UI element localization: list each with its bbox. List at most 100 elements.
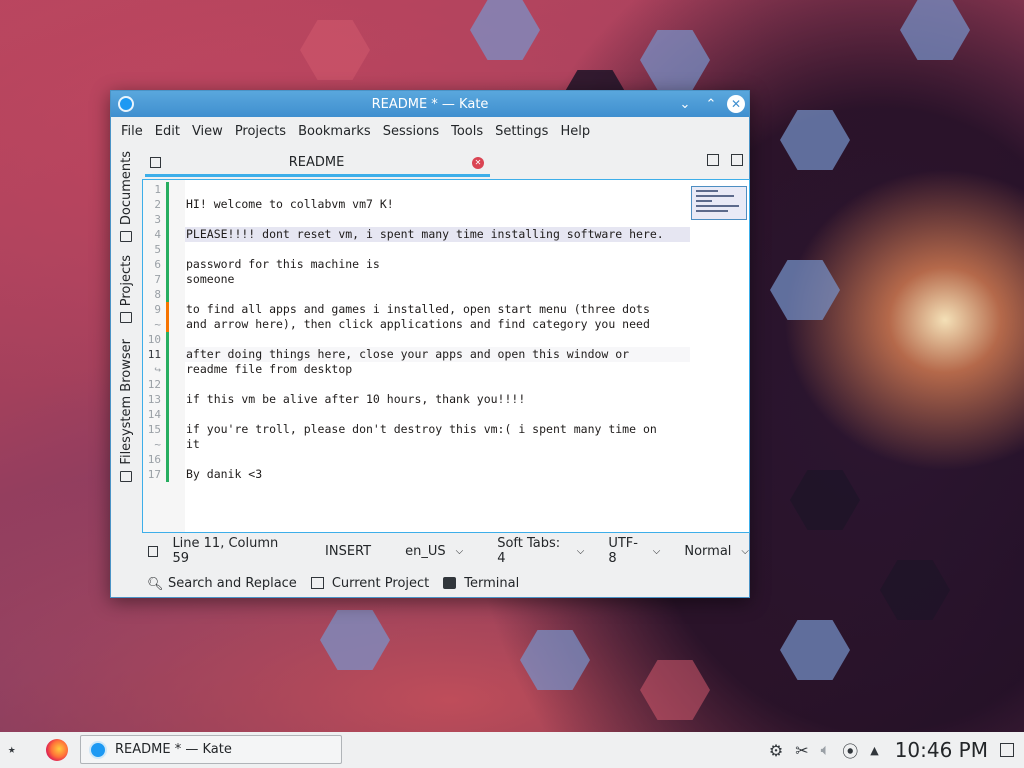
launcher-icon[interactable]: ⭑: [8, 742, 28, 758]
code-line[interactable]: it: [186, 437, 200, 451]
close-icon[interactable]: ✕: [727, 95, 745, 113]
toolview-terminal[interactable]: Terminal: [443, 576, 519, 591]
tab-readme[interactable]: README ✕: [145, 151, 490, 177]
line-number: 6: [154, 258, 161, 271]
toolview-search-replace[interactable]: 🔍︎ Search and Replace: [147, 576, 297, 593]
line-number: ~: [154, 438, 161, 451]
split-view-icon[interactable]: [731, 154, 743, 166]
system-tray: ⚙ ✂ 🔈︎ ⦿ ▲ 10:46 PM: [769, 732, 1014, 768]
line-number: 1: [154, 183, 161, 196]
wallpaper-hex: [640, 660, 710, 720]
line-number: 12: [147, 378, 161, 391]
line-number: ↪: [154, 363, 161, 376]
wallpaper-hex: [770, 260, 840, 320]
menu-file[interactable]: File: [115, 120, 149, 144]
search-icon: 🔍︎: [147, 577, 164, 592]
encoding-dropdown[interactable]: UTF-8 ⌵: [608, 536, 660, 566]
wallpaper-hex: [900, 0, 970, 60]
network-icon[interactable]: ⚙: [769, 741, 783, 760]
menu-bar: File Edit View Projects Bookmarks Sessio…: [111, 117, 749, 147]
line-number: 4: [154, 228, 161, 241]
new-file-icon[interactable]: [707, 154, 719, 166]
modified-line-marker: [166, 227, 169, 242]
wallpaper-hex: [640, 30, 710, 90]
updates-icon[interactable]: ⦿: [842, 738, 858, 762]
terminal-icon: [443, 577, 457, 589]
menu-help[interactable]: Help: [554, 120, 596, 144]
line-number: 13: [147, 393, 161, 406]
line-number: 9: [154, 303, 161, 316]
code-line[interactable]: if you're troll, please don't destroy th…: [186, 422, 657, 436]
project-icon: [310, 577, 324, 589]
modified-line-marker: [166, 392, 169, 407]
clipboard-icon[interactable]: ✂: [795, 741, 808, 760]
maximize-icon[interactable]: ⌃: [701, 94, 721, 114]
toolview-label: Terminal: [464, 575, 520, 591]
kate-window: README * — Kate ⌄ ⌃ ✕ File Edit View Pro…: [110, 90, 750, 598]
code-line[interactable]: PLEASE!!!! dont reset vm, i spent many t…: [186, 227, 664, 241]
code-line[interactable]: after doing things here, close your apps…: [186, 347, 629, 361]
modified-line-marker: [166, 182, 169, 197]
modified-line-marker: [166, 377, 169, 392]
menu-view[interactable]: View: [186, 120, 229, 144]
menu-bookmarks[interactable]: Bookmarks: [292, 120, 377, 144]
wallpaper-hex: [880, 560, 950, 620]
toolview-current-project[interactable]: Current Project: [310, 575, 430, 591]
save-icon: [150, 157, 161, 168]
task-kate[interactable]: README * — Kate: [80, 735, 342, 764]
line-number: 15: [147, 423, 161, 436]
modified-line-marker: [166, 257, 169, 272]
modified-line-marker: [166, 272, 169, 287]
kate-icon: [89, 740, 107, 759]
modified-line-marker: [166, 362, 169, 377]
toolview-label: Current Project: [331, 575, 430, 591]
volume-icon[interactable]: 🔈︎: [821, 740, 831, 760]
menu-sessions[interactable]: Sessions: [377, 120, 445, 144]
show-desktop-icon[interactable]: [1000, 743, 1014, 757]
sidebar-tab-documents[interactable]: Documents: [115, 151, 137, 243]
minimize-icon[interactable]: ⌄: [675, 94, 695, 114]
code-line[interactable]: and arrow here), then click applications…: [186, 317, 650, 331]
tab-label: README: [288, 155, 345, 170]
cursor-position[interactable]: Line 11, Column 59: [172, 536, 291, 566]
code-line[interactable]: password for this machine is: [186, 257, 380, 271]
folder-icon: [120, 470, 132, 482]
code-line[interactable]: HI! welcome to collabvm vm7 K!: [186, 197, 394, 211]
tray-arrow-icon[interactable]: ▲: [870, 744, 878, 757]
text-editor[interactable]: 1 2 3 4 5 6 7 8 9 ~10 11 ↪ 12 13 14 15 ~16 17 HI! welcome…: [142, 179, 750, 533]
firefox-icon[interactable]: [46, 739, 68, 761]
sidebar-tab-filesystem-browser[interactable]: Filesystem Browser: [115, 339, 137, 482]
code-line[interactable]: if this vm be alive after 10 hours, than…: [186, 392, 525, 406]
input-mode-dropdown[interactable]: Normal ⌵: [684, 544, 749, 559]
sidebar-tab-projects[interactable]: Projects: [115, 255, 137, 324]
code-line[interactable]: By danik <3: [186, 467, 262, 481]
modified-line-marker: [166, 422, 169, 437]
save-icon[interactable]: [148, 545, 159, 557]
left-sidebar: Documents Projects Filesystem Browser: [111, 149, 141, 489]
code-line[interactable]: to find all apps and games i installed, …: [186, 302, 650, 316]
language-dropdown[interactable]: en_US ⌵: [405, 544, 463, 559]
modified-line-marker: [166, 347, 169, 362]
clock[interactable]: 10:46 PM: [895, 738, 988, 762]
code-line[interactable]: readme file from desktop: [186, 362, 352, 376]
menu-projects[interactable]: Projects: [229, 120, 292, 144]
status-bar: Line 11, Column 59 INSERT en_US ⌵ Soft T…: [111, 536, 749, 566]
menu-settings[interactable]: Settings: [489, 120, 554, 144]
menu-edit[interactable]: Edit: [149, 120, 186, 144]
line-number: ~: [154, 318, 161, 331]
menu-tools[interactable]: Tools: [445, 120, 489, 144]
modified-line-marker: [166, 437, 169, 452]
title-bar[interactable]: README * — Kate ⌄ ⌃ ✕: [111, 91, 749, 117]
line-number: 5: [154, 243, 161, 256]
edit-mode[interactable]: INSERT: [325, 544, 371, 559]
indent-dropdown[interactable]: Soft Tabs: 4 ⌵: [497, 536, 584, 566]
line-number: 8: [154, 288, 161, 301]
document-minimap[interactable]: [691, 186, 747, 220]
code-line[interactable]: someone: [186, 272, 234, 286]
modified-line-marker: [166, 407, 169, 422]
modified-line-marker: [166, 302, 169, 317]
close-tab-icon[interactable]: ✕: [472, 156, 484, 169]
task-label: README * — Kate: [115, 742, 232, 757]
modified-line-marker: [166, 332, 169, 347]
taskbar: ⭑ README * — Kate ⚙ ✂ 🔈︎ ⦿ ▲ 10:46 PM: [0, 732, 1024, 768]
